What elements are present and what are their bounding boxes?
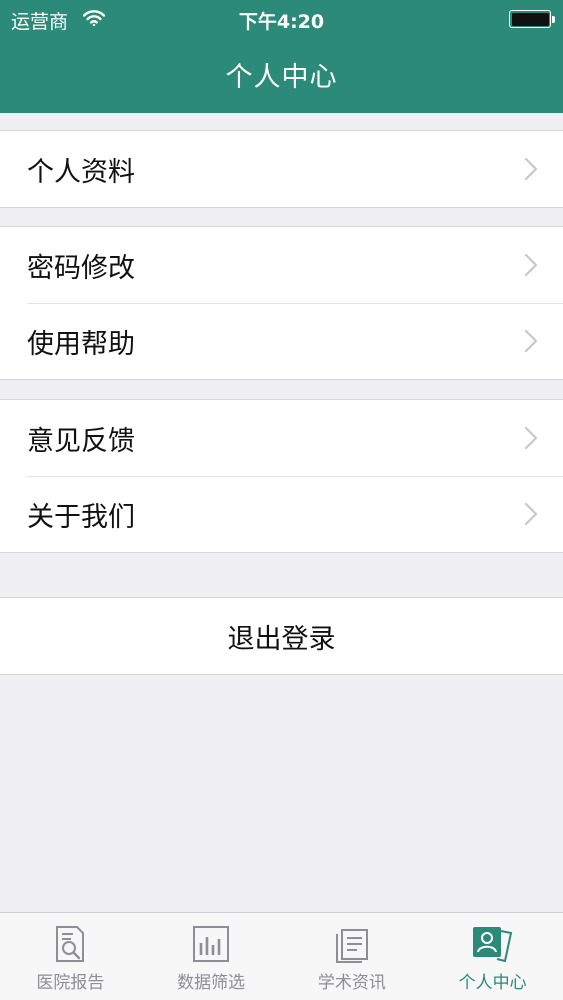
- tab-academic-news[interactable]: 学术资讯: [282, 913, 423, 1000]
- report-search-icon: [56, 926, 85, 962]
- tab-label: 个人中心: [458, 973, 527, 993]
- tab-personal-center[interactable]: 个人中心: [422, 913, 563, 1000]
- menu-item-label: 意见反馈: [27, 425, 135, 457]
- logout-group: 退出登录: [0, 597, 563, 675]
- status-time: 下午4:20: [238, 11, 325, 33]
- user-card-icon: [472, 927, 512, 963]
- menu-item-help[interactable]: 使用帮助: [0, 303, 563, 379]
- chevron-right-icon: [524, 426, 538, 450]
- menu-item-about-us[interactable]: 关于我们: [0, 476, 563, 552]
- chevron-right-icon: [524, 157, 538, 181]
- header: 运营商 下午4:20 个人中心: [0, 0, 563, 113]
- menu-item-label: 关于我们: [27, 501, 135, 533]
- document-icon: [335, 929, 368, 963]
- menu-item-label: 使用帮助: [27, 328, 135, 360]
- status-bar: 运营商 下午4:20: [0, 0, 563, 40]
- tab-label: 医院报告: [36, 973, 105, 993]
- chevron-right-icon: [524, 329, 538, 353]
- chevron-right-icon: [524, 502, 538, 526]
- tab-data-filter[interactable]: 数据筛选: [141, 913, 282, 1000]
- battery-icon: [509, 10, 555, 28]
- page-title: 个人中心: [225, 62, 338, 93]
- logout-button[interactable]: 退出登录: [0, 598, 563, 674]
- menu-item-label: 密码修改: [27, 252, 135, 284]
- menu-group-about: 意见反馈 关于我们: [0, 399, 563, 553]
- menu-item-label: 个人资料: [27, 156, 135, 188]
- chevron-right-icon: [524, 253, 538, 277]
- tab-bar: 医院报告 数据筛选 学术资讯 个人中心: [0, 912, 563, 1000]
- menu-item-feedback[interactable]: 意见反馈: [0, 400, 563, 476]
- menu-item-profile[interactable]: 个人资料: [0, 131, 563, 207]
- menu-group-profile: 个人资料: [0, 130, 563, 208]
- bar-chart-icon: [193, 926, 230, 962]
- menu-item-change-password[interactable]: 密码修改: [0, 227, 563, 303]
- tab-hospital-report[interactable]: 医院报告: [0, 913, 141, 1000]
- menu-group-account: 密码修改 使用帮助: [0, 226, 563, 380]
- tab-label: 学术资讯: [317, 973, 386, 993]
- tab-label: 数据筛选: [177, 973, 246, 993]
